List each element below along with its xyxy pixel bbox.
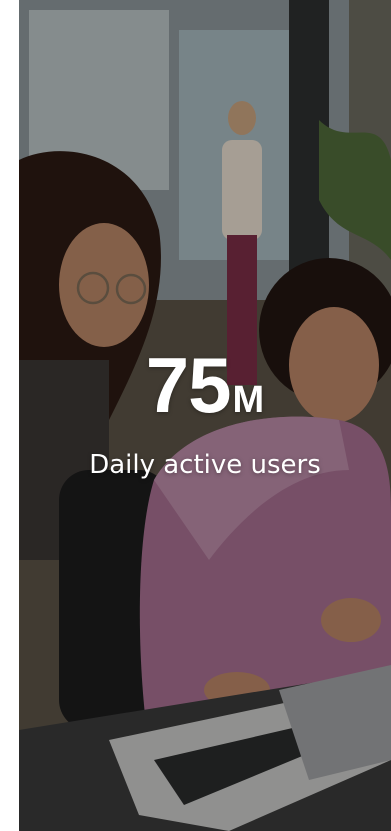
hero-photo-card: 75M Daily active users [19,0,391,831]
stat-number: 75 [145,341,232,429]
page-frame: 75M Daily active users [0,0,391,831]
stat-label: Daily active users [89,450,321,480]
stat-value: 75M [146,344,264,426]
stat-block: 75M Daily active users [19,344,391,480]
stat-unit: M [232,379,265,421]
